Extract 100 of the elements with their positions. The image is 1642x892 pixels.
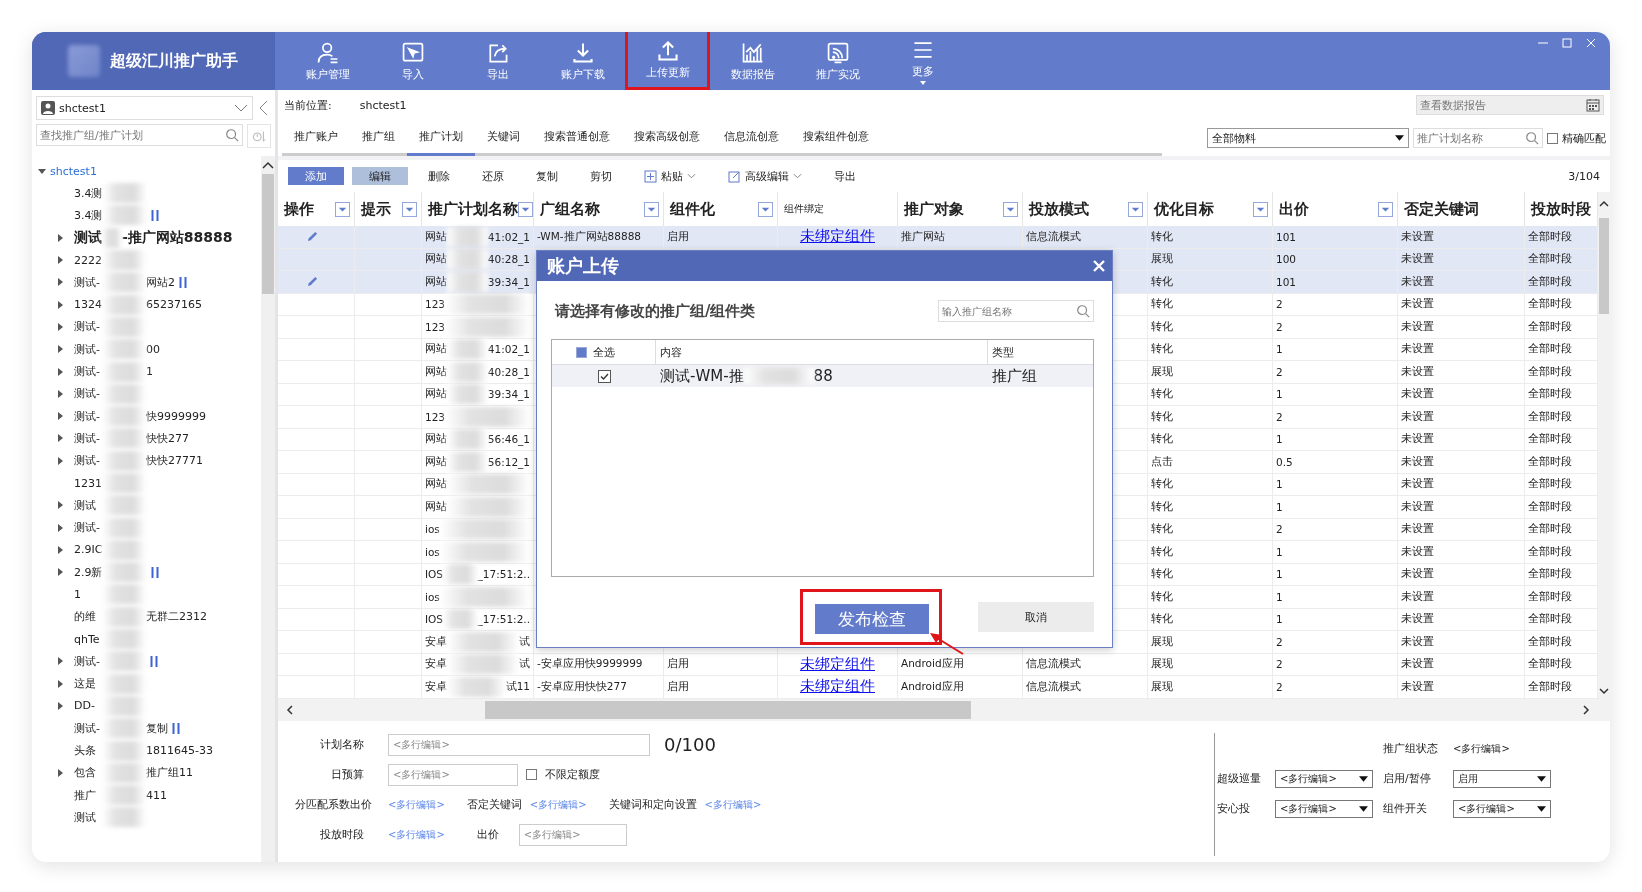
- table-cell: 1: [1276, 388, 1283, 401]
- table-cell: 转化: [1151, 387, 1173, 402]
- table-cell: 未设置: [1401, 477, 1434, 492]
- table-cell: 安卓: [425, 634, 447, 649]
- location-label: 当前位置:: [284, 97, 332, 113]
- field-label: 关键词和定向设置: [608, 797, 697, 812]
- table-cell: 0.5: [1276, 455, 1293, 468]
- table-cell: 41:02_1: [487, 230, 530, 243]
- list-cell: 推广组: [992, 366, 1037, 386]
- table-cell: 全部时段: [1528, 229, 1572, 244]
- table-cell: 1: [1276, 613, 1283, 626]
- table-cell: 展现: [1151, 252, 1173, 267]
- table-cell: 1: [1276, 590, 1283, 603]
- table-cell: 39:34_1: [487, 388, 530, 401]
- table-cell: 全部时段: [1528, 477, 1572, 492]
- char-counter: 0/100: [664, 734, 716, 755]
- table-cell: 展现: [1151, 657, 1173, 672]
- table-cell: 网站: [425, 477, 447, 492]
- app-title: 超级汇川推广助手: [110, 50, 238, 72]
- table-cell: 转化: [1151, 409, 1173, 424]
- table-cell: 信息流模式: [1026, 657, 1081, 672]
- field-label: 否定关键词: [466, 797, 522, 812]
- table-cell: 未设置: [1401, 409, 1434, 424]
- table-cell: 2: [1276, 365, 1283, 378]
- table-cell: 全部时段: [1528, 364, 1572, 379]
- table-cell: 未设置: [1401, 364, 1434, 379]
- table-cell: 未设置: [1401, 499, 1434, 514]
- table-cell: 安卓: [425, 679, 447, 694]
- table-cell: 1: [1276, 478, 1283, 491]
- field-label: 分匹配系数出价: [294, 797, 373, 812]
- field-label: 日预算: [330, 767, 365, 782]
- table-cell: 全部时段: [1528, 297, 1572, 312]
- table-cell: 123: [425, 410, 446, 423]
- table-cell: 安卓: [425, 657, 447, 672]
- checkbox-label: 精确匹配: [1562, 130, 1606, 146]
- table-cell: 全部时段: [1528, 499, 1572, 514]
- table-cell: 推广网站: [901, 229, 945, 244]
- table-cell: 全部时段: [1528, 544, 1572, 559]
- field-label: 组件开关: [1383, 801, 1428, 817]
- field-label: 计划名称: [319, 737, 365, 752]
- table-cell: 启用: [667, 657, 689, 672]
- column-header: 类型: [992, 344, 1014, 360]
- table-cell: 2: [1276, 410, 1283, 423]
- table-cell: ios: [425, 545, 440, 558]
- table-cell: 信息流模式: [1026, 229, 1081, 244]
- table-cell: Android应用: [901, 679, 964, 694]
- table-cell: 展现: [1151, 634, 1173, 649]
- table-cell: 41:02_1: [487, 343, 530, 356]
- table-cell: 未设置: [1401, 544, 1434, 559]
- table-cell: 网站: [425, 342, 447, 357]
- table-cell: 转化: [1151, 544, 1173, 559]
- table-cell: 全部时段: [1528, 454, 1572, 469]
- table-cell: 全部时段: [1528, 319, 1572, 334]
- table-cell: 56:12_1: [487, 455, 530, 468]
- table-cell: 未设置: [1401, 297, 1434, 312]
- table-cell: 转化: [1151, 432, 1173, 447]
- table-cell: 网站: [425, 229, 447, 244]
- table-cell: 启用: [667, 679, 689, 694]
- table-cell: 未设置: [1401, 274, 1434, 289]
- table-cell: IOS: [425, 568, 444, 581]
- table-cell: 40:28_1: [487, 253, 530, 266]
- table-cell: 网站: [425, 432, 447, 447]
- table-cell: _17:51:2..: [477, 568, 530, 581]
- table-cell: 全部时段: [1528, 657, 1572, 672]
- field-label: 推广组状态: [1383, 741, 1439, 757]
- table-cell: 2: [1276, 320, 1283, 333]
- table-cell: 转化: [1151, 319, 1173, 334]
- table-cell: 网站: [425, 387, 447, 402]
- list-cell: 测试-WM-推: [660, 366, 744, 386]
- table-cell: 全部时段: [1528, 252, 1572, 267]
- table-cell: 2: [1276, 298, 1283, 311]
- page-count: 3/104: [1568, 169, 1600, 183]
- table-cell: 全部时段: [1528, 679, 1572, 694]
- field-label: 投放时段: [319, 827, 365, 842]
- table-cell: 未设置: [1401, 657, 1434, 672]
- table-cell: 123: [425, 320, 446, 333]
- table-cell: 全部时段: [1528, 409, 1572, 424]
- field-label: 启用/暂停: [1383, 771, 1432, 787]
- table-cell: 试11: [505, 679, 530, 694]
- table-cell: 40:28_1: [487, 365, 530, 378]
- table-cell: 全部时段: [1528, 567, 1572, 582]
- table-cell: 123: [425, 298, 446, 311]
- list-cell: 88: [813, 367, 833, 385]
- table-cell: 转化: [1151, 567, 1173, 582]
- table-cell: 网站: [425, 274, 447, 289]
- table-cell: 启用: [667, 229, 689, 244]
- table-cell: -安卓应用快快277: [537, 679, 627, 694]
- table-cell: 未设置: [1401, 319, 1434, 334]
- table-cell: 未设置: [1401, 454, 1434, 469]
- location-value: shctest1: [359, 98, 407, 112]
- table-cell: 101: [1276, 275, 1297, 288]
- table-cell: 39:34_1: [487, 275, 530, 288]
- table-cell: 未设置: [1401, 679, 1434, 694]
- table-cell: 转化: [1151, 274, 1173, 289]
- table-cell: 2: [1276, 658, 1283, 671]
- table-cell: 全部时段: [1528, 432, 1572, 447]
- table-cell: 未设置: [1401, 252, 1434, 267]
- table-cell: 未设置: [1401, 612, 1434, 627]
- table-cell: 网站: [425, 454, 447, 469]
- table-cell: 未设置: [1401, 589, 1434, 604]
